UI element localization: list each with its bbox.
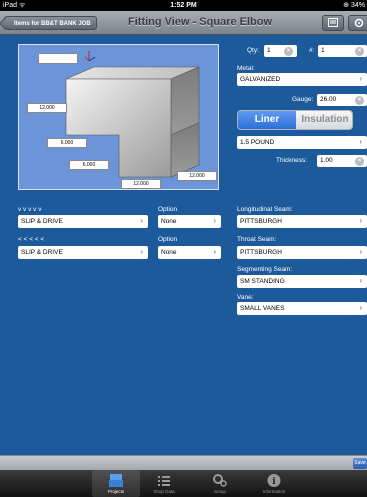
clear-thickness-icon[interactable]: × <box>355 156 364 166</box>
metal-label: Metal: <box>237 65 255 72</box>
bottom-toolbar: Save <box>0 455 367 470</box>
gears-icon <box>213 474 227 487</box>
list-button[interactable] <box>322 15 344 31</box>
chevron-right-icon: › <box>213 247 216 256</box>
shop-data-icon <box>158 476 170 486</box>
clear-number-icon[interactable]: × <box>355 46 364 56</box>
item-number-label: #: <box>309 47 315 54</box>
chevron-right-icon: › <box>140 216 143 225</box>
projects-icon <box>109 474 123 487</box>
option-2-select[interactable]: None › <box>158 246 221 259</box>
longitudinal-seam-label: Longitudinal Seam: <box>237 206 293 213</box>
chevron-right-icon: › <box>213 216 216 225</box>
dimension-bottom[interactable]: 12.000 <box>121 179 161 189</box>
longitudinal-seam-select[interactable]: PITTSBURGH › <box>237 215 367 228</box>
option-1-value: None <box>161 218 177 225</box>
connector-1-label: v v v v v <box>18 206 42 213</box>
option-2-label: Option <box>158 236 178 243</box>
throat-seam-label: Throat Seam: <box>237 236 277 243</box>
option-1-label: Option <box>158 206 178 213</box>
info-icon: i <box>267 474 281 487</box>
gauge-label: Gauge: <box>292 96 314 103</box>
tab-shop-data-label: Shop Data <box>153 489 175 494</box>
chevron-right-icon: › <box>359 216 362 225</box>
vane-value: SMALL VANES <box>240 305 285 312</box>
option-1-select[interactable]: None › <box>158 215 221 228</box>
tab-insulation[interactable]: Insulation <box>296 111 352 129</box>
battery-indicator: ⊕ 34% <box>343 2 365 9</box>
segmenting-seam-label: Segmenting Seam: <box>237 266 293 273</box>
connector-1-select[interactable]: SLIP & DRIVE › <box>18 215 148 228</box>
segmenting-seam-value: SM STANDING <box>240 278 285 285</box>
chevron-right-icon: › <box>359 247 362 256</box>
tab-projects-label: Projects <box>107 489 125 494</box>
longitudinal-seam-value: PITTSBURGH <box>240 218 282 225</box>
option-2-value: None <box>161 249 177 256</box>
status-bar: iPad ᯤ 1:52 PM ⊕ 34% <box>0 0 367 11</box>
tab-setup-label: Setup <box>214 489 226 494</box>
save-button[interactable]: Save <box>353 458 367 469</box>
connector-2-select[interactable]: SLIP & DRIVE › <box>18 246 148 259</box>
square-elbow-drawing <box>65 51 200 178</box>
chevron-right-icon: › <box>359 137 362 146</box>
tab-setup[interactable]: Setup <box>196 470 244 497</box>
vane-select[interactable]: SMALL VANES › <box>237 302 367 315</box>
status-time: 1:52 PM <box>170 2 197 9</box>
tab-projects[interactable]: Projects <box>92 470 140 497</box>
throat-seam-value: PITTSBURGH <box>240 249 282 256</box>
chevron-right-icon: › <box>359 276 362 285</box>
gear-icon <box>354 18 364 28</box>
chevron-right-icon: › <box>359 74 362 83</box>
page-title: Fitting View - Square Elbow <box>128 16 273 28</box>
connector-2-value: SLIP & DRIVE <box>21 249 63 256</box>
segmenting-seam-select[interactable]: SM STANDING › <box>237 275 367 288</box>
fitting-diagram: 12.000 6.000 6.000 12.000 12.000 <box>18 44 219 190</box>
metal-value: GALVANIZED <box>240 76 281 83</box>
dimension-throat[interactable]: 6.000 <box>47 138 87 148</box>
vane-label: Vane: <box>237 294 254 301</box>
settings-button[interactable] <box>348 15 367 31</box>
clear-qty-icon[interactable]: × <box>284 46 293 56</box>
metal-select[interactable]: GALVANIZED › <box>237 73 367 86</box>
chevron-right-icon: › <box>140 247 143 256</box>
dimension-inner[interactable]: 6.000 <box>69 160 109 170</box>
liner-select[interactable]: 1.5 POUND › <box>237 136 367 149</box>
svg-text:i: i <box>272 477 276 487</box>
dimension-depth[interactable]: 12.000 <box>177 171 217 181</box>
chevron-right-icon: › <box>359 303 362 312</box>
connector-2-label: < < < < < <box>18 236 45 243</box>
list-icon <box>328 18 338 27</box>
back-button[interactable]: Items for BB&T BANK JOB <box>4 16 97 30</box>
tab-information-label: Information <box>262 489 286 494</box>
dimension-height[interactable]: 12.000 <box>27 103 67 113</box>
thickness-label: Thickness: <box>276 157 308 164</box>
tab-liner[interactable]: Liner <box>238 111 296 129</box>
top-dimension-box[interactable] <box>38 53 78 64</box>
tab-shop-data[interactable]: Shop Data <box>140 470 188 497</box>
clear-gauge-icon[interactable]: × <box>355 95 364 105</box>
tab-information[interactable]: i Information <box>250 470 298 497</box>
throat-seam-select[interactable]: PITTSBURGH › <box>237 246 367 259</box>
navigation-bar: Items for BB&T BANK JOB Fitting View - S… <box>0 11 367 35</box>
tab-bar: Projects Shop Data Setup i Information <box>0 470 367 497</box>
liner-value: 1.5 POUND <box>240 139 275 146</box>
connector-1-value: SLIP & DRIVE <box>21 218 63 225</box>
qty-label: Qty: <box>247 47 259 54</box>
liner-insulation-toggle: Liner Insulation <box>237 110 353 130</box>
